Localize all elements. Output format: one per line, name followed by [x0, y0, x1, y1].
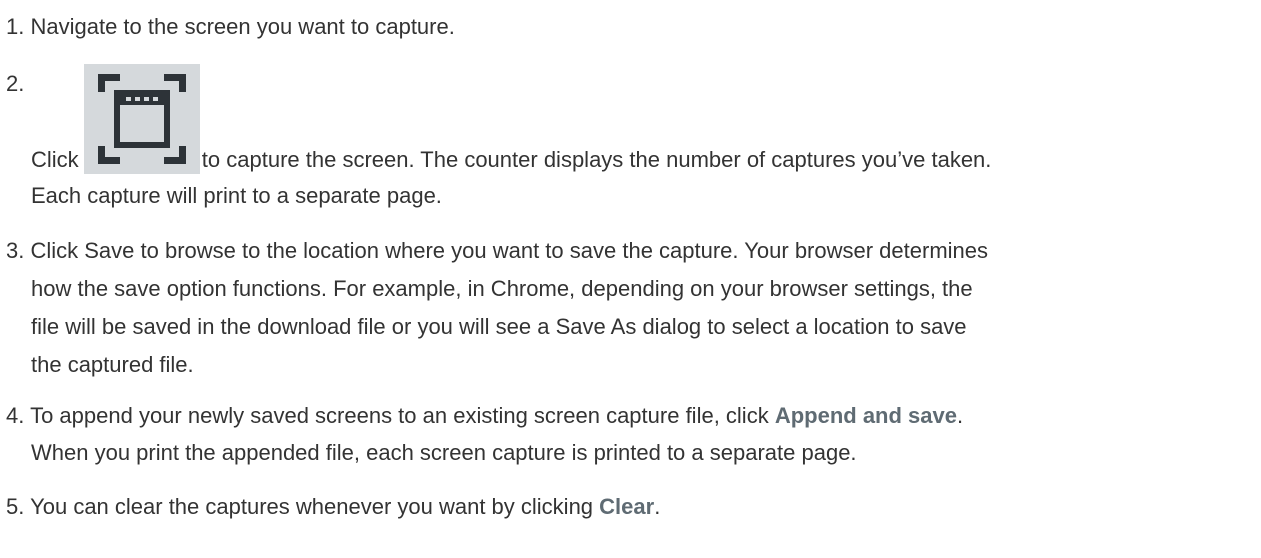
step-text: To append your newly saved screens to an… [30, 403, 769, 428]
step-text: to capture the screen. The counter displ… [201, 147, 992, 172]
step-text: . [654, 494, 661, 519]
step-5: 5. You can clear the captures whenever y… [6, 491, 1256, 523]
step-4: 4. To append your newly saved screens to… [6, 400, 1256, 432]
step-text: how the save option functions. For examp… [31, 276, 973, 301]
step-text: When you print the appended file, each s… [31, 440, 857, 465]
step-3-line-2: how the save option functions. For examp… [31, 273, 1256, 305]
step-number: 3. [6, 238, 25, 263]
step-1: 1. Navigate to the screen you want to ca… [6, 11, 1256, 43]
step-text: the captured file. [31, 352, 194, 377]
step-text: Navigate to the screen you want to captu… [30, 14, 455, 39]
step-2-line-1: Click to capture the screen. The counter… [31, 144, 1256, 176]
step-number: 5. [6, 494, 25, 519]
step-2-line-2: Each capture will print to a separate pa… [31, 180, 1256, 212]
step-text: Click [31, 147, 79, 172]
step-4-line-2: When you print the appended file, each s… [31, 437, 1256, 469]
step-text: file will be saved in the download file … [31, 314, 967, 339]
step-3-line-4: the captured file. [31, 349, 1256, 381]
clear-label: Clear [599, 494, 655, 519]
step-text: Click Save to browse to the location whe… [30, 238, 988, 263]
step-text: You can clear the captures whenever you … [30, 494, 594, 519]
step-number: 4. [6, 403, 25, 428]
step-number: 1. [6, 14, 25, 39]
append-and-save-label: Append and save [774, 403, 957, 428]
step-3-line-3: file will be saved in the download file … [31, 311, 1256, 343]
step-number: 2. [6, 71, 25, 96]
step-text: . [956, 403, 964, 428]
step-text: Each capture will print to a separate pa… [31, 183, 442, 208]
step-3: 3. Click Save to browse to the location … [6, 235, 1256, 267]
